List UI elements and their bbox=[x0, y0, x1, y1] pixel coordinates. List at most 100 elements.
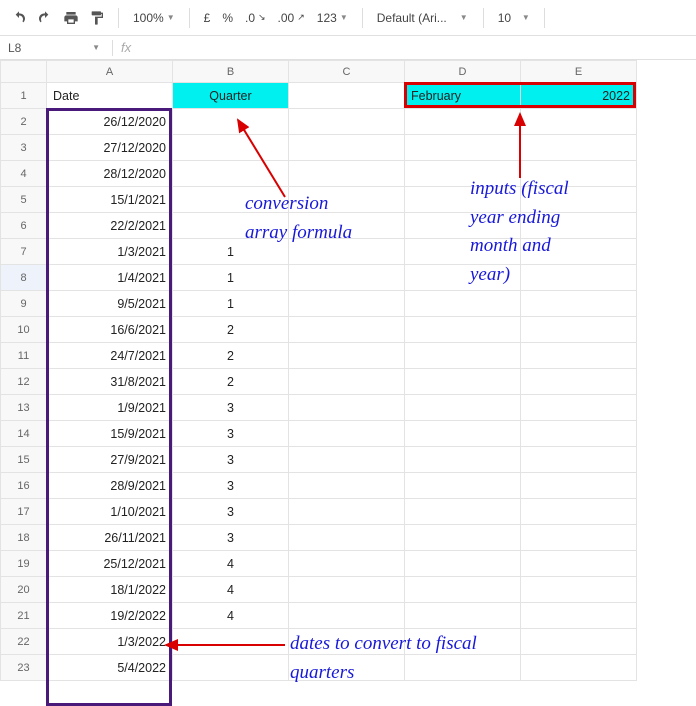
cell-A15[interactable]: 27/9/2021 bbox=[47, 447, 173, 473]
cell-E8[interactable] bbox=[521, 265, 637, 291]
undo-icon[interactable] bbox=[8, 7, 30, 29]
row-header-6[interactable]: 6 bbox=[1, 213, 47, 239]
cell-E9[interactable] bbox=[521, 291, 637, 317]
cell-C22[interactable] bbox=[289, 629, 405, 655]
cell-C18[interactable] bbox=[289, 525, 405, 551]
cell-E20[interactable] bbox=[521, 577, 637, 603]
cell-A17[interactable]: 1/10/2021 bbox=[47, 499, 173, 525]
cell-D17[interactable] bbox=[405, 499, 521, 525]
row-header-16[interactable]: 16 bbox=[1, 473, 47, 499]
cell-A14[interactable]: 15/9/2021 bbox=[47, 421, 173, 447]
column-header-C[interactable]: C bbox=[289, 61, 405, 83]
redo-icon[interactable] bbox=[34, 7, 56, 29]
row-header-23[interactable]: 23 bbox=[1, 655, 47, 681]
cell-B11[interactable]: 2 bbox=[173, 343, 289, 369]
row-header-3[interactable]: 3 bbox=[1, 135, 47, 161]
column-header-E[interactable]: E bbox=[521, 61, 637, 83]
cell-A10[interactable]: 16/6/2021 bbox=[47, 317, 173, 343]
cell-B18[interactable]: 3 bbox=[173, 525, 289, 551]
cell-B8[interactable]: 1 bbox=[173, 265, 289, 291]
cell-E22[interactable] bbox=[521, 629, 637, 655]
cell-C14[interactable] bbox=[289, 421, 405, 447]
row-header-14[interactable]: 14 bbox=[1, 421, 47, 447]
row-header-4[interactable]: 4 bbox=[1, 161, 47, 187]
row-header-10[interactable]: 10 bbox=[1, 317, 47, 343]
cell-D6[interactable] bbox=[405, 213, 521, 239]
cell-C4[interactable] bbox=[289, 161, 405, 187]
cell-D9[interactable] bbox=[405, 291, 521, 317]
number-format-dropdown[interactable]: 123 ▼ bbox=[313, 11, 352, 25]
decrease-decimal-button[interactable]: .0↘ bbox=[241, 11, 270, 25]
paint-format-icon[interactable] bbox=[86, 7, 108, 29]
cell-C15[interactable] bbox=[289, 447, 405, 473]
cell-D19[interactable] bbox=[405, 551, 521, 577]
row-header-1[interactable]: 1 bbox=[1, 83, 47, 109]
percent-button[interactable]: % bbox=[218, 11, 237, 25]
cell-A8[interactable]: 1/4/2021 bbox=[47, 265, 173, 291]
row-header-17[interactable]: 17 bbox=[1, 499, 47, 525]
cell-A22[interactable]: 1/3/2022 bbox=[47, 629, 173, 655]
cell-A2[interactable]: 26/12/2020 bbox=[47, 109, 173, 135]
cell-B1[interactable]: Quarter bbox=[173, 83, 289, 109]
cell-B6[interactable] bbox=[173, 213, 289, 239]
cell-E18[interactable] bbox=[521, 525, 637, 551]
cell-A9[interactable]: 9/5/2021 bbox=[47, 291, 173, 317]
cell-D15[interactable] bbox=[405, 447, 521, 473]
row-header-19[interactable]: 19 bbox=[1, 551, 47, 577]
print-icon[interactable] bbox=[60, 7, 82, 29]
cell-C12[interactable] bbox=[289, 369, 405, 395]
cell-C7[interactable] bbox=[289, 239, 405, 265]
column-header-B[interactable]: B bbox=[173, 61, 289, 83]
cell-E2[interactable] bbox=[521, 109, 637, 135]
cell-E14[interactable] bbox=[521, 421, 637, 447]
cell-C23[interactable] bbox=[289, 655, 405, 681]
row-header-18[interactable]: 18 bbox=[1, 525, 47, 551]
row-header-15[interactable]: 15 bbox=[1, 447, 47, 473]
select-all-corner[interactable] bbox=[1, 61, 47, 83]
cell-E21[interactable] bbox=[521, 603, 637, 629]
cell-C2[interactable] bbox=[289, 109, 405, 135]
cell-B5[interactable] bbox=[173, 187, 289, 213]
cell-E7[interactable] bbox=[521, 239, 637, 265]
cell-B17[interactable]: 3 bbox=[173, 499, 289, 525]
cell-D20[interactable] bbox=[405, 577, 521, 603]
cell-C21[interactable] bbox=[289, 603, 405, 629]
row-header-7[interactable]: 7 bbox=[1, 239, 47, 265]
cell-E6[interactable] bbox=[521, 213, 637, 239]
cell-B3[interactable] bbox=[173, 135, 289, 161]
cell-E13[interactable] bbox=[521, 395, 637, 421]
cell-C11[interactable] bbox=[289, 343, 405, 369]
name-box[interactable]: L8 ▼ bbox=[8, 41, 104, 55]
cell-B21[interactable]: 4 bbox=[173, 603, 289, 629]
cell-C5[interactable] bbox=[289, 187, 405, 213]
cell-B20[interactable]: 4 bbox=[173, 577, 289, 603]
zoom-dropdown[interactable]: 100% ▼ bbox=[129, 11, 179, 25]
cell-A20[interactable]: 18/1/2022 bbox=[47, 577, 173, 603]
cell-E4[interactable] bbox=[521, 161, 637, 187]
cell-C3[interactable] bbox=[289, 135, 405, 161]
cell-E11[interactable] bbox=[521, 343, 637, 369]
cell-B9[interactable]: 1 bbox=[173, 291, 289, 317]
column-header-D[interactable]: D bbox=[405, 61, 521, 83]
cell-D8[interactable] bbox=[405, 265, 521, 291]
cell-D16[interactable] bbox=[405, 473, 521, 499]
row-header-11[interactable]: 11 bbox=[1, 343, 47, 369]
cell-D1[interactable]: February bbox=[405, 83, 521, 109]
column-header-A[interactable]: A bbox=[47, 61, 173, 83]
cell-B12[interactable]: 2 bbox=[173, 369, 289, 395]
cell-E10[interactable] bbox=[521, 317, 637, 343]
cell-E15[interactable] bbox=[521, 447, 637, 473]
cell-A4[interactable]: 28/12/2020 bbox=[47, 161, 173, 187]
cell-D10[interactable] bbox=[405, 317, 521, 343]
cell-B23[interactable] bbox=[173, 655, 289, 681]
cell-C1[interactable] bbox=[289, 83, 405, 109]
cell-E19[interactable] bbox=[521, 551, 637, 577]
cell-D23[interactable] bbox=[405, 655, 521, 681]
cell-E17[interactable] bbox=[521, 499, 637, 525]
cell-E16[interactable] bbox=[521, 473, 637, 499]
cell-A3[interactable]: 27/12/2020 bbox=[47, 135, 173, 161]
cell-D5[interactable] bbox=[405, 187, 521, 213]
cell-A7[interactable]: 1/3/2021 bbox=[47, 239, 173, 265]
cell-B19[interactable]: 4 bbox=[173, 551, 289, 577]
cell-D18[interactable] bbox=[405, 525, 521, 551]
